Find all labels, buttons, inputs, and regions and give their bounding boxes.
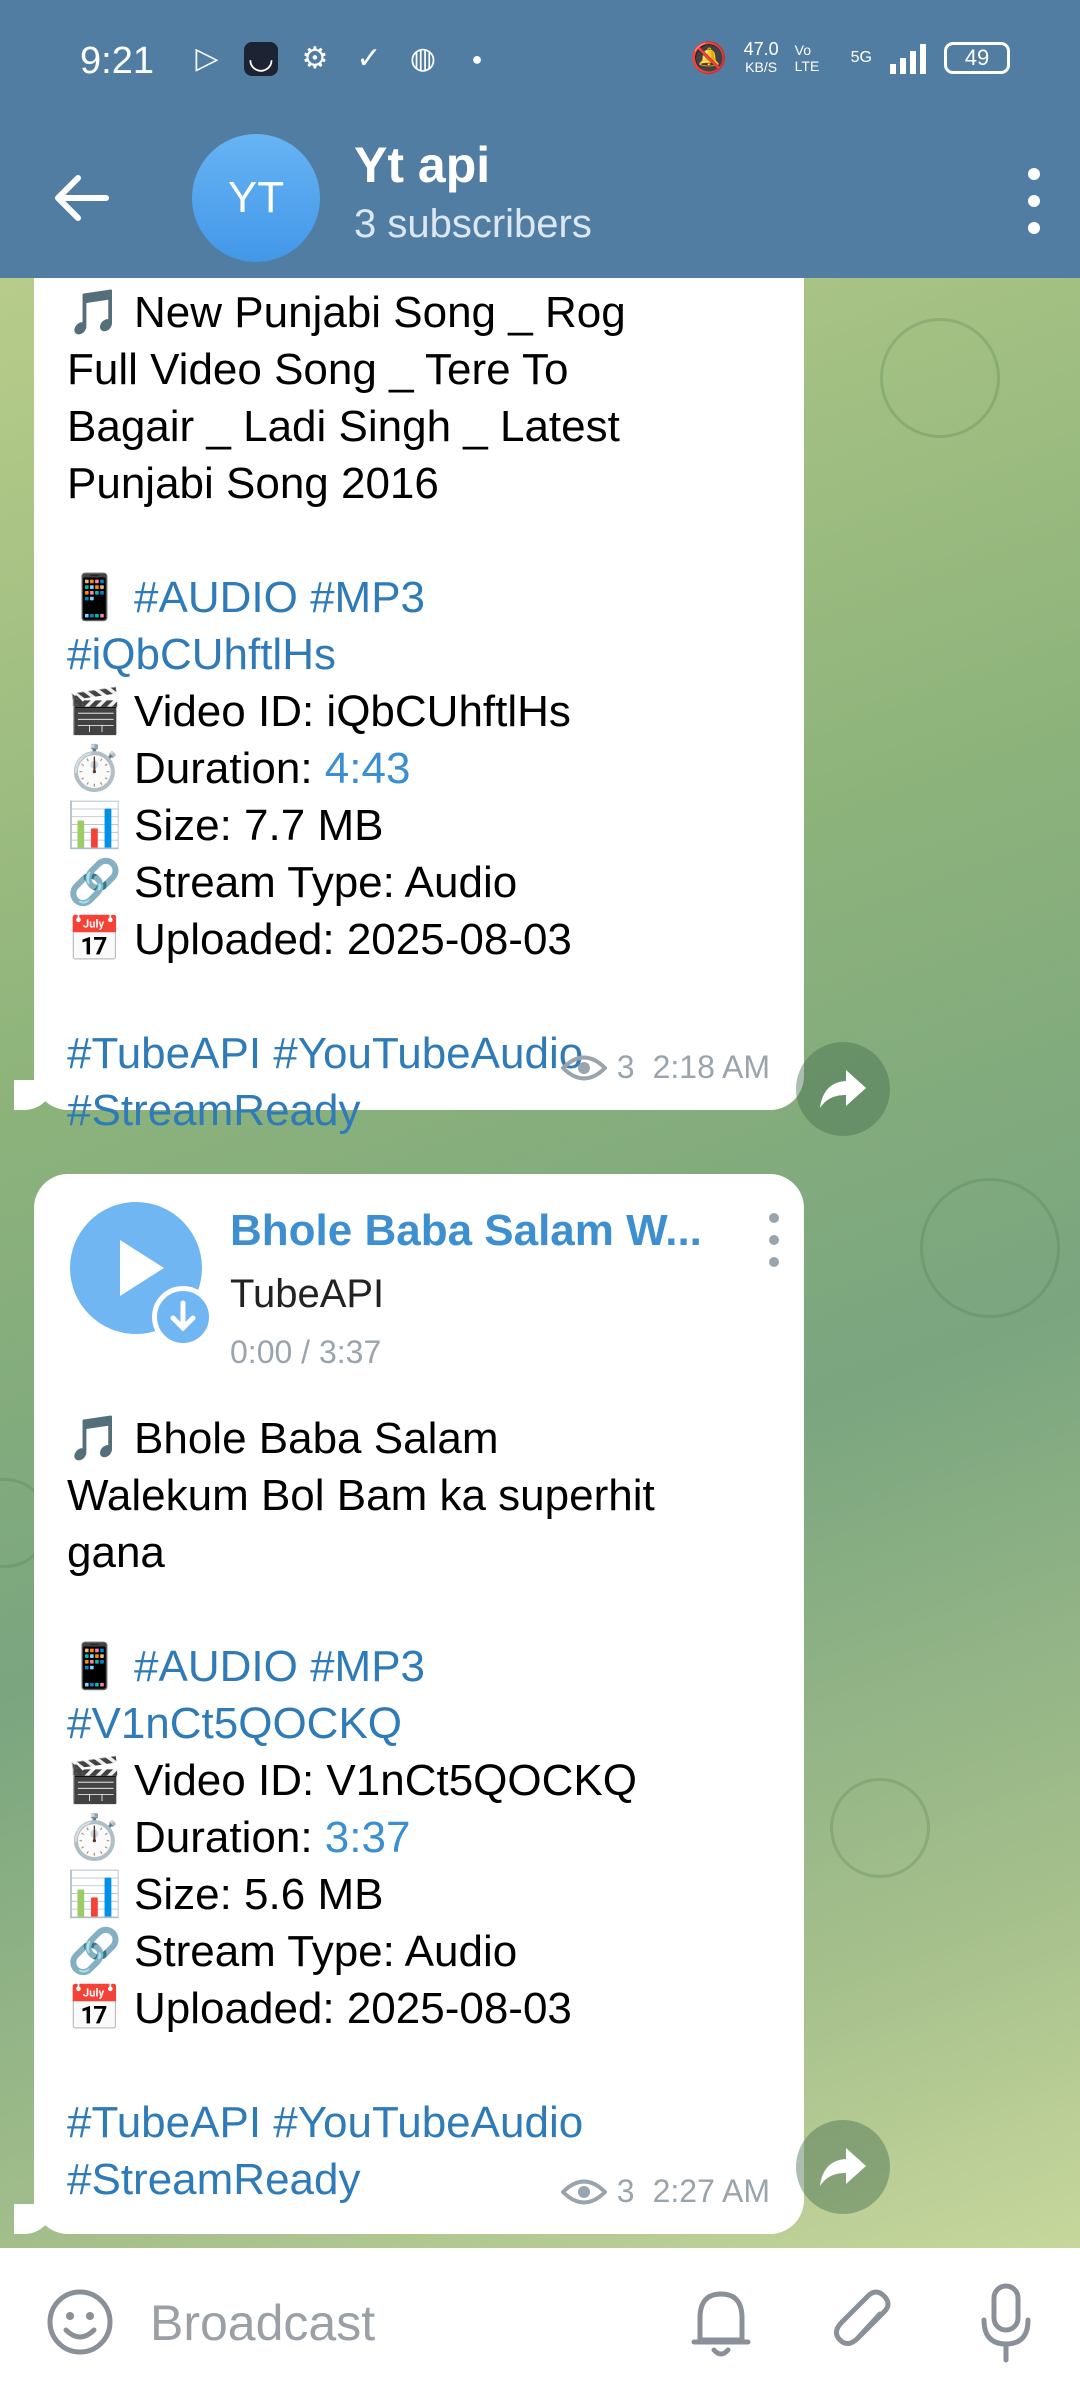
- status-right: 🔕 47.0 KB/S Vo LTE 5G 49: [690, 40, 1010, 76]
- hashtag-link[interactable]: #V1nCt5QOCKQ: [67, 1695, 774, 1752]
- duration-label: ⏱️ Duration:: [67, 744, 325, 793]
- duration-line: ⏱️ Duration: 3:37: [67, 1809, 774, 1866]
- play-icon: [120, 1240, 164, 1296]
- download-button[interactable]: [152, 1286, 214, 1348]
- bell-icon[interactable]: [688, 2284, 754, 2360]
- message-line: Walekum Bol Bam ka superhit: [67, 1471, 655, 1520]
- share-button[interactable]: [796, 2120, 890, 2214]
- bubble-tail: [14, 2204, 54, 2234]
- message-bubble[interactable]: Bhole Baba Salam W... TubeAPI 0:00 / 3:3…: [14, 1174, 804, 2234]
- audio-more-icon[interactable]: [764, 1210, 784, 1270]
- message-line: 🎵 New Punjabi Song _ Rog: [67, 288, 626, 337]
- wallpaper-doodle: [830, 1778, 930, 1878]
- status-time: 9:21: [80, 40, 154, 82]
- notification-icons: ▷ ◡ ⚙ ✓ ◍ ●: [190, 42, 494, 76]
- phone-emoji: 📱: [67, 1642, 122, 1691]
- signal-icon: [890, 44, 926, 74]
- audio-time: 0:00 / 3:37: [230, 1334, 382, 1370]
- message-bubble[interactable]: 🎵 New Punjabi Song _ Rog Full Video Song…: [14, 278, 804, 1135]
- message-line: Full Video Song _ Tere To: [67, 345, 569, 394]
- chat-area[interactable]: 🎵 New Punjabi Song _ Rog Full Video Song…: [0, 278, 1080, 2248]
- size-line: 📊 Size: 5.6 MB: [67, 1870, 384, 1919]
- net-speed-value: 47.0: [743, 39, 779, 59]
- uploaded-line: 📅 Uploaded: 2025-08-03: [67, 915, 572, 964]
- message-line: Punjabi Song 2016: [67, 459, 439, 508]
- app-notification-icon: ◡: [244, 42, 278, 76]
- network-label: 5G: [850, 49, 872, 66]
- message-time: 2:18 AM: [652, 1049, 770, 1085]
- share-button[interactable]: [796, 1042, 890, 1136]
- play-store-icon: ▷: [195, 42, 219, 75]
- message-text: 🎵 Bhole Baba Salam Walekum Bol Bam ka su…: [67, 1410, 774, 2208]
- audio-title: Bhole Baba Salam W...: [230, 1206, 702, 1255]
- wallpaper-doodle: [920, 1178, 1060, 1318]
- size-line: 📊 Size: 7.7 MB: [67, 801, 384, 850]
- duration-timestamp-link[interactable]: 4:43: [325, 744, 411, 793]
- audio-player: Bhole Baba Salam W... TubeAPI 0:00 / 3:3…: [70, 1202, 779, 1382]
- channel-title[interactable]: Yt api: [354, 136, 490, 194]
- message-text: 🎵 New Punjabi Song _ Rog Full Video Song…: [67, 284, 774, 1139]
- wallpaper-doodle: [880, 318, 1000, 438]
- message-meta: 3 2:27 AM: [560, 2163, 770, 2220]
- share-arrow-icon: [820, 1070, 866, 1108]
- battery-indicator: 49: [944, 42, 1010, 74]
- duration-label: ⏱️ Duration:: [67, 1813, 325, 1862]
- view-count: 3: [616, 1049, 635, 1085]
- audio-artist: TubeAPI: [230, 1272, 385, 1316]
- views-eye-icon: [560, 2179, 607, 2204]
- bubble-tail: [14, 1080, 54, 1110]
- status-bar: 9:21 ▷ ◡ ⚙ ✓ ◍ ● 🔕 47.0 KB/S Vo LTE 5G 4…: [0, 0, 1080, 124]
- back-arrow-icon[interactable]: [50, 166, 114, 230]
- settings-icon: ⚙: [301, 42, 329, 75]
- more-dot-icon: ●: [471, 49, 483, 69]
- hashtag-link[interactable]: #iQbCUhftlHs: [67, 626, 774, 683]
- hashtag-link[interactable]: #TubeAPI #YouTubeAudio: [67, 2094, 774, 2151]
- chat-header: YT Yt api 3 subscribers: [0, 124, 1080, 278]
- uploaded-line: 📅 Uploaded: 2025-08-03: [67, 1984, 572, 2033]
- message-line: Bagair _ Ladi Singh _ Latest: [67, 402, 620, 451]
- stream-type-line: 🔗 Stream Type: Audio: [67, 858, 518, 907]
- download-done-icon: ✓: [356, 42, 382, 75]
- net-speed-unit: KB/S: [745, 59, 778, 75]
- video-id: 🎬 Video ID: iQbCUhftlHs: [67, 687, 571, 736]
- tags-line: 📱 #AUDIO #MP3: [67, 1638, 774, 1695]
- tags-line: 📱 #AUDIO #MP3: [67, 569, 774, 626]
- net-speed: 47.0 KB/S: [744, 40, 779, 76]
- hashtag-link[interactable]: #AUDIO #MP3: [134, 573, 425, 622]
- microphone-icon[interactable]: [976, 2280, 1036, 2364]
- share-arrow-icon: [820, 2148, 866, 2186]
- emoji-icon[interactable]: [44, 2286, 116, 2358]
- message-line: 🎵 Bhole Baba Salam: [67, 1414, 499, 1463]
- attach-icon[interactable]: [828, 2284, 898, 2360]
- mute-bell-icon: 🔕: [690, 41, 728, 75]
- duration-line: ⏱️ Duration: 4:43: [67, 740, 774, 797]
- view-count: 3: [616, 2173, 635, 2209]
- volte-label: Vo LTE: [794, 42, 820, 74]
- channel-avatar[interactable]: YT: [192, 134, 320, 262]
- top-bar: 9:21 ▷ ◡ ⚙ ✓ ◍ ● 🔕 47.0 KB/S Vo LTE 5G 4…: [0, 0, 1080, 278]
- hashtag-link[interactable]: #AUDIO #MP3: [134, 1642, 425, 1691]
- stream-type-line: 🔗 Stream Type: Audio: [67, 1927, 518, 1976]
- message-meta: 3 2:18 AM: [560, 1039, 770, 1096]
- composer-bar: Broadcast: [0, 2248, 1080, 2400]
- duration-timestamp-link[interactable]: 3:37: [325, 1813, 411, 1862]
- broadcast-input[interactable]: Broadcast: [150, 2294, 375, 2352]
- vpn-globe-icon: ◍: [409, 42, 437, 75]
- phone-emoji: 📱: [67, 573, 122, 622]
- subscriber-count: 3 subscribers: [354, 202, 592, 246]
- message-time: 2:27 AM: [652, 2173, 770, 2209]
- download-arrow-icon: [170, 1300, 196, 1332]
- message-line: gana: [67, 1528, 165, 1577]
- video-id: 🎬 Video ID: V1nCt5QOCKQ: [67, 1756, 637, 1805]
- views-eye-icon: [560, 1055, 607, 1080]
- more-options-icon[interactable]: [1014, 164, 1054, 238]
